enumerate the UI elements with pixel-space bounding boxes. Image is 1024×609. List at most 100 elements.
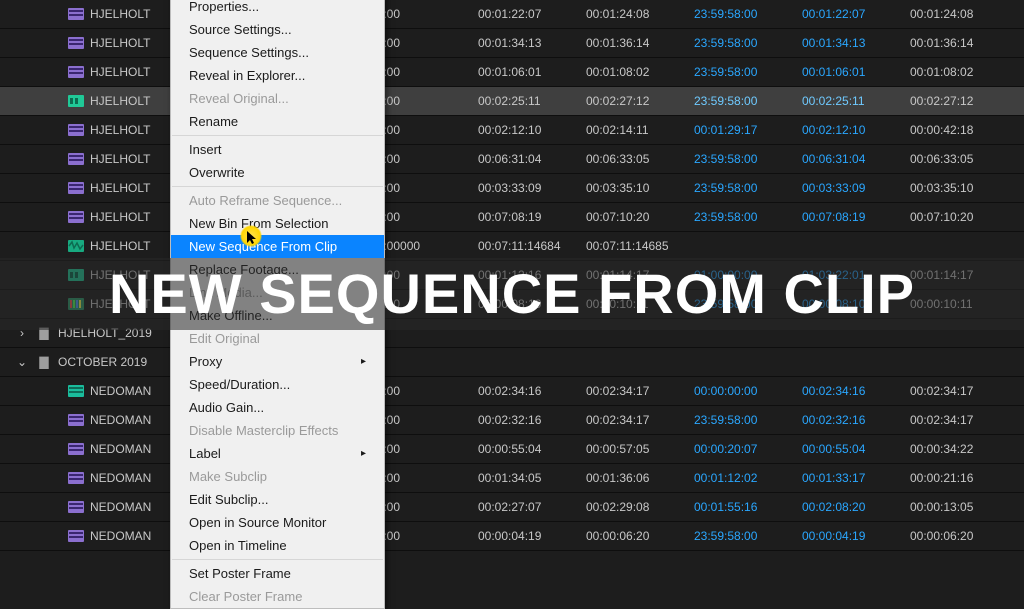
menu-item[interactable]: New Bin From Selection <box>171 212 384 235</box>
menu-item: Clear Poster Frame <box>171 585 384 608</box>
timecode-cell: 00:00:42:18 <box>910 123 1018 137</box>
menu-label: Open in Timeline <box>189 538 287 553</box>
folder-row[interactable]: ⌄▇OCTOBER 2019 <box>0 348 1024 377</box>
timecode-cell: 00:01:33:17 <box>802 471 910 485</box>
media-row[interactable]: HJELHOLT68:0000:01:22:0700:01:24:0823:59… <box>0 0 1024 29</box>
menu-item[interactable]: Reveal in Explorer... <box>171 64 384 87</box>
timecode-cell: 00:00 <box>370 384 478 398</box>
menu-label: Source Settings... <box>189 22 292 37</box>
menu-item[interactable]: Open in Timeline <box>171 534 384 557</box>
menu-item[interactable]: Insert <box>171 138 384 161</box>
media-row[interactable]: NEDOMAN68:0000:00:04:1900:00:06:2023:59:… <box>0 522 1024 551</box>
timecode-cell: 00:01:22:07 <box>478 7 586 21</box>
seq-icon <box>62 66 90 78</box>
menu-label: Audio Gain... <box>189 400 264 415</box>
timecode-cell: 00:02:27:12 <box>586 94 694 108</box>
timecode-cell: 00:01:12:02 <box>694 471 802 485</box>
timecode-cell: 00:01:08:02 <box>910 65 1018 79</box>
media-row[interactable]: HJELHOLT68:0000:07:08:1900:07:10:2023:59… <box>0 203 1024 232</box>
menu-item[interactable]: Set Poster Frame <box>171 562 384 585</box>
menu-item[interactable]: Properties... <box>171 0 384 18</box>
overlay-backdrop <box>0 258 1024 330</box>
media-row[interactable]: NEDOMAN68:0000:02:27:0700:02:29:0800:01:… <box>0 493 1024 522</box>
expander-icon[interactable]: ⌄ <box>14 355 30 369</box>
menu-label: Proxy <box>189 354 222 369</box>
timecode-cell: 00:02:34:17 <box>586 413 694 427</box>
media-row[interactable]: HJELHOLT68:0000:02:25:1100:02:27:1223:59… <box>0 87 1024 116</box>
menu-label: Disable Masterclip Effects <box>189 423 338 438</box>
menu-label: Insert <box>189 142 222 157</box>
timecode-cell: 00:02:27:12 <box>910 94 1018 108</box>
menu-item[interactable]: Audio Gain... <box>171 396 384 419</box>
timecode-cell: 68:00 <box>370 152 478 166</box>
menu-item[interactable]: Label▸ <box>171 442 384 465</box>
menu-item: Reveal Original... <box>171 87 384 110</box>
menu-item[interactable]: New Sequence From Clip <box>171 235 384 258</box>
seqg-icon <box>62 385 90 397</box>
media-row[interactable]: HJELHOLT68:0000:06:31:0400:06:33:0523:59… <box>0 145 1024 174</box>
timecode-cell: 00:02:12:10 <box>478 123 586 137</box>
timecode-cell: 00:01:36:14 <box>910 36 1018 50</box>
menu-item[interactable]: Sequence Settings... <box>171 41 384 64</box>
timecode-cell: 23:59:58:00 <box>694 94 802 108</box>
submenu-arrow-icon: ▸ <box>361 448 366 459</box>
timecode-cell: 00:00:55:04 <box>802 442 910 456</box>
timecode-cell: 00:00:06:20 <box>910 529 1018 543</box>
menu-label: Clear Poster Frame <box>189 589 302 604</box>
menu-label: Sequence Settings... <box>189 45 309 60</box>
timecode-cell: 00:02:25:11 <box>802 94 910 108</box>
timecode-cell: 00:02:34:17 <box>910 384 1018 398</box>
media-row[interactable]: HJELHOLT68:0000:01:06:0100:01:08:0223:59… <box>0 58 1024 87</box>
timecode-cell: 68:00 <box>370 471 478 485</box>
timecode-cell: 68:00 <box>370 123 478 137</box>
media-row[interactable]: HJELHOLT68:0000:01:34:1300:01:36:1423:59… <box>0 29 1024 58</box>
timecode-cell: 00:07:10:20 <box>910 210 1018 224</box>
timecode-cell: 00:01:36:14 <box>586 36 694 50</box>
seq-icon <box>62 530 90 542</box>
menu-item[interactable]: Open in Source Monitor <box>171 511 384 534</box>
menu-item[interactable]: Proxy ▸ <box>171 350 384 373</box>
timecode-cell: 00:06:33:05 <box>586 152 694 166</box>
menu-item[interactable]: Source Settings... <box>171 18 384 41</box>
timecode-cell: 00:01:34:13 <box>802 36 910 50</box>
media-row[interactable]: NEDOMAN00:0000:02:34:1600:02:34:1700:00:… <box>0 377 1024 406</box>
timecode-cell: 00:00:13:05 <box>910 500 1018 514</box>
timecode-cell: 00:06:31:04 <box>478 152 586 166</box>
media-row[interactable]: HJELHOLT68:0000:02:12:1000:02:14:1100:01… <box>0 116 1024 145</box>
timecode-cell: 00:01:24:08 <box>586 7 694 21</box>
timecode-cell: 00:03:33:09 <box>478 181 586 195</box>
vid-icon <box>62 95 90 107</box>
timecode-cell: 00:01:06:01 <box>478 65 586 79</box>
timecode-cell: 00:07:10:20 <box>586 210 694 224</box>
timecode-cell: 23:59:58:00 <box>694 210 802 224</box>
media-row[interactable]: NEDOMAN68:0000:02:32:1600:02:34:1723:59:… <box>0 406 1024 435</box>
media-row[interactable]: NEDOMAN68:0000:01:34:0500:01:36:0600:01:… <box>0 464 1024 493</box>
media-row[interactable]: HJELHOLT68:0000:03:33:0900:03:35:1023:59… <box>0 174 1024 203</box>
submenu-arrow-icon: ▸ <box>361 356 366 367</box>
timecode-cell: 00:01:34:13 <box>478 36 586 50</box>
menu-item[interactable]: Rename <box>171 110 384 133</box>
timecode-cell: 00:02:32:16 <box>478 413 586 427</box>
timecode-cell: 00:00:34:22 <box>910 442 1018 456</box>
timecode-cell: 00:02:25:11 <box>478 94 586 108</box>
timecode-cell: 00:00:57:05 <box>586 442 694 456</box>
timecode-cell: 00:01:06:01 <box>802 65 910 79</box>
media-row[interactable]: HJELHOLT00:0000000:07:11:1468400:07:11:1… <box>0 232 1024 261</box>
menu-item[interactable]: Speed/Duration... <box>171 373 384 396</box>
menu-item[interactable]: Edit Subclip... <box>171 488 384 511</box>
timecode-cell: 00:06:31:04 <box>802 152 910 166</box>
timecode-cell: 00:03:33:09 <box>802 181 910 195</box>
timecode-cell: 00:02:32:16 <box>802 413 910 427</box>
seq-icon <box>62 501 90 513</box>
timecode-cell: 00:01:29:17 <box>694 123 802 137</box>
menu-item[interactable]: Overwrite <box>171 161 384 184</box>
menu-item: Disable Masterclip Effects <box>171 419 384 442</box>
timecode-cell: 23:59:58:00 <box>694 413 802 427</box>
timecode-cell: 00:07:08:19 <box>802 210 910 224</box>
folder-icon: ▇ <box>30 355 58 369</box>
timecode-cell: 00:01:34:05 <box>478 471 586 485</box>
aud-icon <box>62 240 90 252</box>
timecode-cell: 23:59:58:00 <box>694 36 802 50</box>
media-row[interactable]: NEDOMAN68:0000:00:55:0400:00:57:0500:00:… <box>0 435 1024 464</box>
timecode-cell: 23:59:58:00 <box>694 152 802 166</box>
